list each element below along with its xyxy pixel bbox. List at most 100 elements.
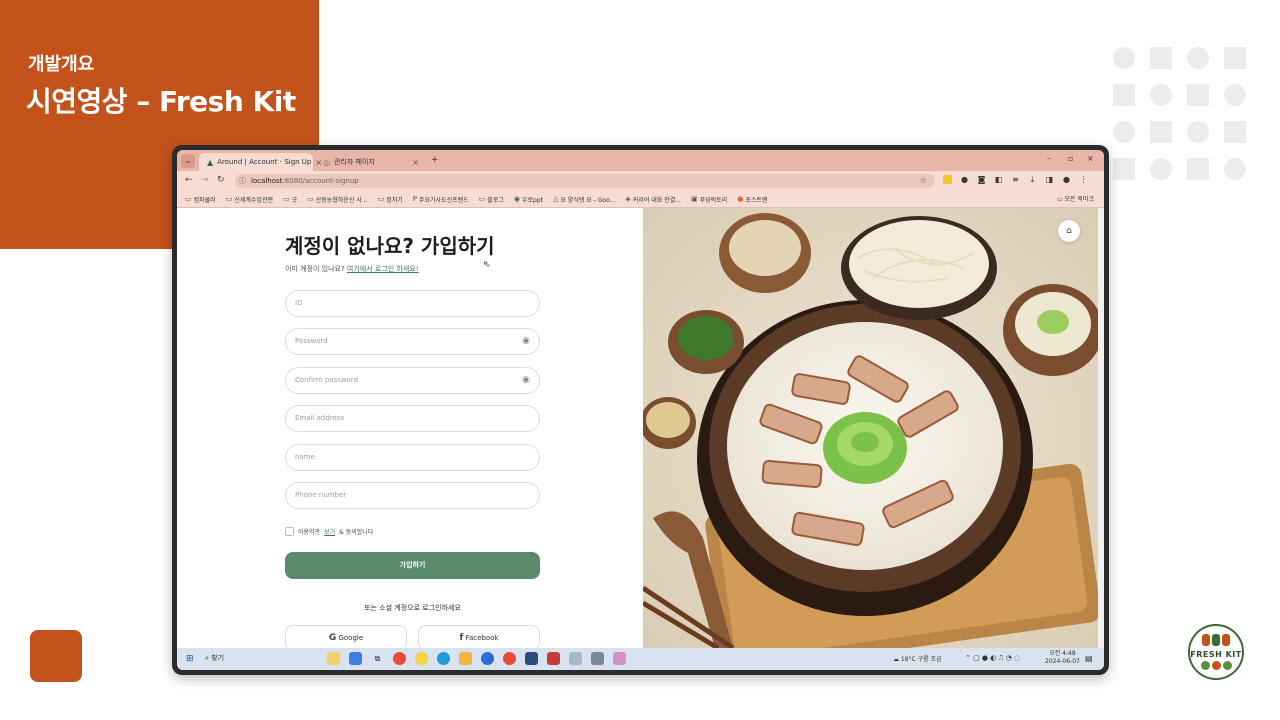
- menu-icon[interactable]: ⋮: [1079, 175, 1088, 184]
- signup-button[interactable]: 가입하기: [285, 552, 540, 579]
- app-icon[interactable]: [547, 652, 560, 665]
- bookmark-item[interactable]: ▭ 신세계수업관련: [226, 195, 273, 204]
- url-path: :8080/account-signup: [282, 177, 359, 185]
- id-input[interactable]: ID: [285, 290, 540, 317]
- screen-bezel: ⌄ ▲ Around | Account - Sign Up × ◎ 관리자 페…: [172, 145, 1109, 675]
- reload-icon[interactable]: ↻: [217, 175, 225, 185]
- notification-icon[interactable]: ▤: [1085, 654, 1093, 663]
- app-icon[interactable]: [481, 652, 494, 665]
- minimize-icon[interactable]: –: [1047, 154, 1051, 163]
- site-icon: ▲: [207, 157, 214, 167]
- form-subtitle: 이미 계정이 있나요? 여기에서 로그인 하세요!: [285, 265, 419, 273]
- terms-agreement: 이용약관 보기 & 동의합니다: [285, 527, 373, 536]
- weather-widget[interactable]: ☁ 18°C 구름 조금: [893, 654, 942, 663]
- drive-icon: △: [552, 195, 559, 203]
- app-icon[interactable]: [525, 652, 538, 665]
- eye-icon[interactable]: ◉: [522, 329, 530, 354]
- back-icon[interactable]: ←: [185, 175, 193, 185]
- download-icon[interactable]: ⤓: [1028, 175, 1037, 184]
- p-icon: P: [412, 195, 417, 203]
- login-link[interactable]: 여기에서 로그인 하세요!: [347, 265, 419, 273]
- taskbar-clock[interactable]: 오전 4:48 2024-06-07: [1045, 650, 1080, 666]
- windows-start-icon[interactable]: ⊞: [186, 654, 194, 664]
- tab-signup[interactable]: ▲ Around | Account - Sign Up ×: [199, 153, 322, 171]
- taskbar-apps: ⧉: [327, 652, 626, 665]
- tab-search-icon[interactable]: ⌄: [181, 154, 195, 168]
- all-bookmarks[interactable]: ▭ 모든 북마크: [1057, 194, 1094, 203]
- bookmark-star-icon[interactable]: ☆: [920, 174, 927, 188]
- maximize-icon[interactable]: ▫: [1068, 154, 1073, 163]
- media-icon[interactable]: ≡: [1011, 175, 1020, 184]
- shield-icon[interactable]: ●: [960, 175, 969, 184]
- bookmark-item[interactable]: ▭ 산동농협하운신 사...: [307, 195, 367, 204]
- folder-icon: ▭: [1056, 196, 1063, 203]
- bookmark-item[interactable]: ▭ 굿: [283, 195, 297, 204]
- browser-tab-bar: ⌄ ▲ Around | Account - Sign Up × ◎ 관리자 페…: [177, 150, 1104, 171]
- email-input[interactable]: Email address: [285, 405, 540, 432]
- app-icon[interactable]: [591, 652, 604, 665]
- kakao-icon[interactable]: [415, 652, 428, 665]
- tab-admin[interactable]: ◎ 관리자 페이지 ×: [315, 153, 427, 171]
- folder-icon: ▭: [282, 195, 290, 203]
- puzzle-icon[interactable]: ◧: [994, 175, 1003, 184]
- folder-icon: ▭: [307, 195, 314, 203]
- system-tray[interactable]: ⌃ ▢ ● ◐ ⎍ ◔ ◌: [965, 654, 1020, 663]
- folder-icon: ▭: [225, 195, 233, 203]
- terms-link[interactable]: 보기: [324, 527, 335, 536]
- phone-input[interactable]: Phone number: [285, 482, 540, 509]
- folder-icon: ▭: [377, 195, 385, 203]
- site-info-icon[interactable]: ⓘ: [239, 174, 246, 188]
- bookmarks-bar: ▭ 컴파쿨러 ▭ 신세계수업관련 ▭ 굿 ▭ 산동농협하운신 사... ▭ 정처기 P 주요…: [177, 191, 1104, 208]
- browser-toolbar: ← → ↻ ⓘ localhost:8080/account-signup ☆ …: [177, 171, 1104, 191]
- camera-icon[interactable]: ◙: [977, 175, 986, 184]
- social-login-label: 또는 소셜 계정으로 로그인하세요: [364, 604, 461, 612]
- web-page: 계정이 없나요? 가입하기 이미 계정이 있나요? 여기에서 로그인 하세요! …: [177, 208, 1104, 651]
- taskbar-search[interactable]: ⌕ 찾기: [205, 653, 224, 663]
- bookmark-item[interactable]: ● 포스트맨: [737, 195, 767, 204]
- name-input[interactable]: name: [285, 444, 540, 471]
- bookmark-item[interactable]: ◈ 커리어 대화 안결...: [625, 195, 681, 204]
- window-close-icon[interactable]: ×: [1087, 154, 1094, 163]
- eye-icon[interactable]: ◉: [522, 368, 530, 393]
- chrome-icon[interactable]: [503, 652, 516, 665]
- bookmark-item[interactable]: ▭ 컴파쿨러: [185, 195, 216, 204]
- home-icon[interactable]: ⌂: [1058, 220, 1080, 242]
- soup-illustration: [643, 208, 1104, 648]
- scrollbar[interactable]: [1098, 208, 1104, 648]
- folder-icon: ▭: [478, 195, 486, 203]
- edge-icon[interactable]: [437, 652, 450, 665]
- facebook-icon: f: [459, 633, 464, 643]
- password-input[interactable]: Password ◉: [285, 328, 540, 355]
- bookmark-item[interactable]: ▭ 정처기: [378, 195, 403, 204]
- decorative-square: [30, 630, 82, 682]
- profile-icon[interactable]: ●: [1062, 175, 1071, 184]
- explorer-icon[interactable]: [459, 652, 472, 665]
- extension-icons: ● ◙ ◧ ≡ ⤓ ◨ ● ⋮: [943, 175, 1088, 184]
- app-icon[interactable]: [349, 652, 362, 665]
- bookmark-item[interactable]: △ 요 양식탱 요 - Goo...: [553, 195, 615, 204]
- address-bar[interactable]: ⓘ localhost:8080/account-signup ☆: [235, 174, 935, 188]
- sidebar-icon[interactable]: ◨: [1045, 175, 1054, 184]
- new-tab-icon[interactable]: +: [431, 155, 439, 165]
- app-icon[interactable]: [327, 652, 340, 665]
- mouse-cursor-icon: ⇖: [483, 260, 491, 270]
- close-icon[interactable]: ×: [412, 158, 419, 167]
- extension-icon[interactable]: [943, 175, 952, 184]
- task-view-icon[interactable]: ⧉: [371, 652, 384, 665]
- globe-icon: ◉: [513, 195, 520, 203]
- google-icon: G: [328, 633, 337, 643]
- terms-checkbox[interactable]: [285, 527, 294, 536]
- bookmark-item[interactable]: P 주요기사도신프렌드: [413, 195, 469, 204]
- bookmark-item[interactable]: ◉ 우로ppt: [514, 195, 543, 204]
- app-icon[interactable]: [613, 652, 626, 665]
- bookmark-item[interactable]: ▭ 블로그: [479, 195, 504, 204]
- bookmark-item[interactable]: ▣ 푸딩럭토리: [691, 195, 727, 204]
- chrome-icon[interactable]: [393, 652, 406, 665]
- search-icon: ⌕: [205, 654, 209, 662]
- app-icon[interactable]: [569, 652, 582, 665]
- logo-text: FRESH KIT: [1190, 649, 1242, 659]
- food-image: ⌂: [643, 208, 1104, 648]
- confirm-password-input[interactable]: Confirm password ◉: [285, 367, 540, 394]
- site-icon: ▣: [690, 195, 698, 203]
- forward-icon[interactable]: →: [201, 175, 209, 185]
